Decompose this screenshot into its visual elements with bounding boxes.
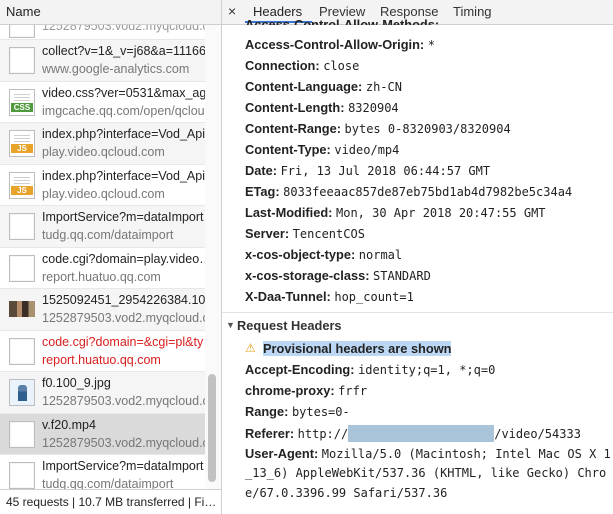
document-icon — [9, 462, 35, 489]
request-header-row: Referer: http:///video/54333 — [245, 425, 581, 442]
request-name: f0.100_9.jpg — [42, 376, 111, 390]
triangle-down-icon[interactable]: ▼ — [226, 320, 235, 330]
request-domain: play.video.qcloud.com — [42, 186, 165, 201]
request-domain: 1252879503.vod2.myqcloud.com — [42, 311, 222, 325]
request-name: index.php?interface=Vod_Api… — [42, 168, 218, 183]
image-thumbnail-icon — [9, 301, 35, 317]
document-icon — [9, 213, 35, 240]
request-name: v.f20.mp4 — [42, 417, 96, 432]
response-header-row: Content-Language: zh-CN — [245, 79, 402, 94]
response-header-row: Last-Modified: Mon, 30 Apr 2018 20:47:55… — [245, 205, 546, 220]
request-row[interactable]: JS index.php?interface=Vod_Api… play.video… — [0, 165, 217, 206]
js-file-icon: JS — [9, 171, 35, 199]
response-header-row-clipped: Access-Control-Allow-Methods: — [245, 17, 440, 25]
scrollbar-thumb[interactable] — [208, 374, 216, 482]
css-file-icon: CSS — [9, 88, 35, 116]
document-icon — [9, 25, 35, 38]
request-name: index.php?interface=Vod_Api… — [42, 127, 218, 141]
request-header-continuation: _13_6) AppleWebKit/537.36 (KHTML, like G… — [245, 466, 607, 480]
request-list-panel: Name 1252879503.vod2.myqcloud.com collect… — [0, 0, 222, 514]
response-header-row: x-cos-storage-class: STANDARD — [245, 268, 431, 283]
request-header-row: chrome-proxy: frfr — [245, 383, 368, 398]
detail-panel: × Headers Preview Response Timing Access… — [222, 0, 613, 514]
request-row[interactable]: f0.100_9.jpg 1252879503.vod2.myqcloud.com — [0, 372, 221, 414]
request-domain: 1252879503.vod2.myqcloud.com — [42, 394, 222, 408]
request-row[interactable]: JS index.php?interface=Vod_Api… play.video… — [0, 123, 217, 165]
request-row[interactable]: 1252879503.vod2.myqcloud.com — [0, 25, 205, 40]
response-header-row: Content-Length: 8320904 — [245, 100, 399, 115]
request-row[interactable]: collect?v=1&_v=j68&a=11166… www.google-an… — [0, 40, 218, 82]
warning-icon: ⚠ — [245, 341, 256, 355]
request-name: collect?v=1&_v=j68&a=11166… — [42, 44, 219, 58]
response-header-row: Access-Control-Allow-Origin: * — [245, 37, 435, 52]
response-header-row: X-Daa-Tunnel: hop_count=1 — [245, 289, 414, 304]
request-row[interactable]: 1525092451_2954226384.10… 1252879503.vod2… — [0, 289, 221, 331]
request-header-row: Range: bytes=0- — [245, 404, 350, 419]
request-header-row: Accept-Encoding: identity;q=1, *;q=0 — [245, 362, 496, 377]
document-icon — [9, 47, 35, 74]
request-domain: tudg.qq.com/dataimport — [42, 228, 174, 242]
request-header-row: User-Agent: Mozilla/5.0 (Macintosh; Inte… — [245, 446, 611, 461]
request-name: video.css?ver=0531&max_ag… — [42, 85, 219, 100]
person-image-icon — [9, 379, 35, 406]
request-header-continuation: e/67.0.3396.99 Safari/537.36 — [245, 486, 448, 500]
response-header-row: Date: Fri, 13 Jul 2018 06:44:57 GMT — [245, 163, 491, 178]
request-name: 1525092451_2954226384.10… — [42, 293, 218, 307]
request-domain: www.google-analytics.com — [42, 62, 190, 76]
request-domain: 1252879503.vod2.myqcloud.com — [42, 435, 222, 450]
close-icon[interactable]: × — [228, 3, 236, 19]
document-icon — [9, 337, 35, 365]
request-headers-title: Request Headers — [237, 318, 342, 333]
request-domain: report.huatuo.qq.com — [42, 269, 161, 284]
response-header-row: Server: TencentCOS — [245, 226, 365, 241]
request-domain: report.huatuo.qq.com — [42, 352, 161, 367]
request-name: ImportService?m=dataImport… — [42, 210, 217, 224]
request-row[interactable]: v.f20.mp4 1252879503.vod2.myqcloud.com — [0, 413, 221, 455]
request-name: code.cgi?domain=play.video… — [42, 251, 212, 266]
document-icon — [9, 420, 35, 448]
tab-timing[interactable]: Timing — [453, 4, 492, 19]
request-name: code.cgi?domain=&cgi=pl&ty… — [42, 334, 216, 349]
request-name: 1252879503.vod2.myqcloud.com — [42, 25, 205, 33]
response-header-row: ETag: 8033feeaac857de87eb75bd1ab4d7982be… — [245, 184, 573, 199]
request-list: 1252879503.vod2.myqcloud.com collect?v=1&… — [0, 25, 221, 497]
response-header-row: x-cos-object-type: normal — [245, 247, 403, 262]
provisional-warning: Provisional headers are shown — [263, 341, 452, 356]
request-row[interactable]: ImportService?m=dataImport… tudg.qq.com/d… — [0, 206, 216, 248]
js-file-icon: JS — [9, 130, 35, 157]
name-column-header[interactable]: Name — [0, 0, 221, 25]
response-header-row: Content-Range: bytes 0-8320903/8320904 — [245, 121, 511, 136]
request-row[interactable]: code.cgi?domain=play.video… report.huatuo… — [0, 248, 212, 289]
request-row[interactable]: code.cgi?domain=&cgi=pl&ty… report.huatuo… — [0, 331, 216, 372]
request-headers-section[interactable]: ▼ Request Headers — [222, 312, 613, 339]
response-header-row: Connection: close — [245, 58, 360, 73]
response-header-row: Content-Type: video/mp4 — [245, 142, 400, 157]
document-icon — [9, 254, 35, 282]
request-row[interactable]: CSS video.css?ver=0531&max_ag… imgcache.qq… — [0, 82, 219, 123]
request-name: ImportService?m=dataImport… — [42, 459, 217, 473]
status-footer: 45 requests | 10.7 MB transferred | Fi… — [0, 489, 221, 514]
request-domain: imgcache.qq.com/open/qcloud — [42, 103, 212, 118]
request-domain: play.video.qcloud.com — [42, 145, 165, 159]
redacted-block — [348, 425, 495, 442]
